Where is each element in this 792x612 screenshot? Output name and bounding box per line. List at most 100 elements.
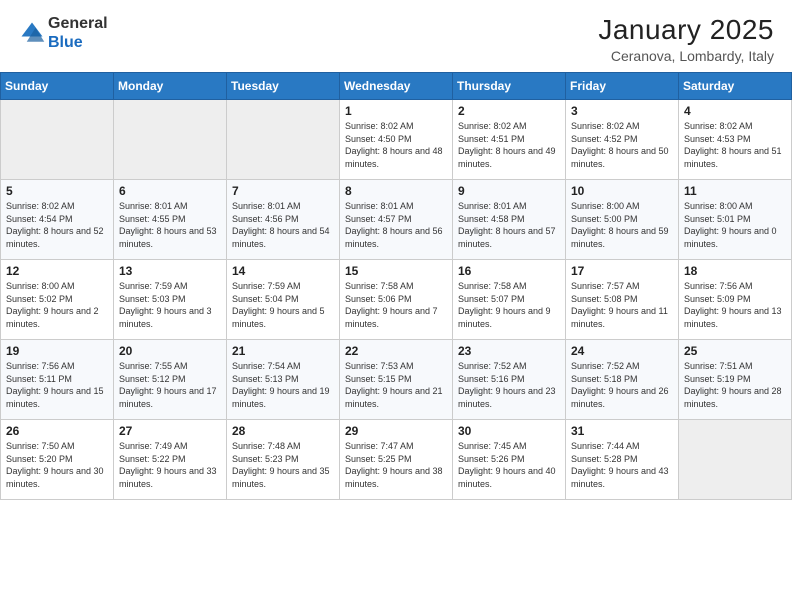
day-number: 31 [571, 424, 673, 438]
day-number: 1 [345, 104, 447, 118]
header: General Blue January 2025 Ceranova, Lomb… [0, 0, 792, 72]
day-number: 27 [119, 424, 221, 438]
logo-icon [18, 19, 46, 47]
day-info: Sunrise: 8:01 AMSunset: 4:55 PMDaylight:… [119, 200, 221, 250]
calendar-cell: 21Sunrise: 7:54 AMSunset: 5:13 PMDayligh… [227, 340, 340, 420]
week-row-5: 26 Sunrise: 7:50 AMSunset: 5:20 PMDayligh… [1, 420, 792, 500]
day-header-friday: Friday [566, 73, 679, 100]
calendar-cell: 1 Sunrise: 8:02 AMSunset: 4:50 PMDaylight… [340, 100, 453, 180]
day-number: 26 [6, 424, 108, 438]
day-number: 25 [684, 344, 786, 358]
day-info: Sunrise: 8:00 AMSunset: 5:02 PMDaylight:… [6, 280, 108, 330]
day-info: Sunrise: 7:52 AMSunset: 5:16 PMDaylight:… [458, 360, 560, 410]
day-number: 7 [232, 184, 334, 198]
calendar-cell: 8Sunrise: 8:01 AMSunset: 4:57 PMDaylight… [340, 180, 453, 260]
day-number: 29 [345, 424, 447, 438]
logo-general: General [48, 15, 108, 32]
calendar-cell: 28 Sunrise: 7:48 AMSunset: 5:23 PMDayligh… [227, 420, 340, 500]
calendar-cell: 7 Sunrise: 8:01 AMSunset: 4:56 PMDaylight… [227, 180, 340, 260]
calendar-cell: 26 Sunrise: 7:50 AMSunset: 5:20 PMDayligh… [1, 420, 114, 500]
day-number: 20 [119, 344, 221, 358]
day-number: 8 [345, 184, 447, 198]
day-header-tuesday: Tuesday [227, 73, 340, 100]
day-number: 19 [6, 344, 108, 358]
day-header-saturday: Saturday [679, 73, 792, 100]
day-info: Sunrise: 7:59 AMSunset: 5:03 PMDaylight:… [119, 280, 221, 330]
day-number: 18 [684, 264, 786, 278]
day-info: Sunrise: 8:01 AMSunset: 4:56 PMDaylight:… [232, 200, 334, 250]
calendar-cell: 18 Sunrise: 7:56 AMSunset: 5:09 PMDayligh… [679, 260, 792, 340]
month-title: January 2025 [598, 14, 774, 46]
day-number: 17 [571, 264, 673, 278]
calendar-cell: 9 Sunrise: 8:01 AMSunset: 4:58 PMDaylight… [453, 180, 566, 260]
day-info: Sunrise: 7:45 AMSunset: 5:26 PMDaylight:… [458, 440, 560, 490]
calendar-cell: 3Sunrise: 8:02 AMSunset: 4:52 PMDaylight… [566, 100, 679, 180]
day-header-thursday: Thursday [453, 73, 566, 100]
day-number: 5 [6, 184, 108, 198]
page: General Blue January 2025 Ceranova, Lomb… [0, 0, 792, 612]
day-info: Sunrise: 7:56 AMSunset: 5:11 PMDaylight:… [6, 360, 108, 410]
day-info: Sunrise: 7:58 AMSunset: 5:07 PMDaylight:… [458, 280, 560, 330]
week-row-3: 12 Sunrise: 8:00 AMSunset: 5:02 PMDayligh… [1, 260, 792, 340]
calendar-cell: 2Sunrise: 8:02 AMSunset: 4:51 PMDaylight… [453, 100, 566, 180]
day-info: Sunrise: 8:02 AMSunset: 4:52 PMDaylight:… [571, 120, 673, 170]
calendar-cell [227, 100, 340, 180]
calendar-cell [114, 100, 227, 180]
day-info: Sunrise: 7:52 AMSunset: 5:18 PMDaylight:… [571, 360, 673, 410]
day-number: 12 [6, 264, 108, 278]
day-number: 13 [119, 264, 221, 278]
calendar-cell: 30 Sunrise: 7:45 AMSunset: 5:26 PMDayligh… [453, 420, 566, 500]
day-info: Sunrise: 8:01 AMSunset: 4:58 PMDaylight:… [458, 200, 560, 250]
logo: General Blue [18, 14, 108, 52]
day-info: Sunrise: 7:50 AMSunset: 5:20 PMDaylight:… [6, 440, 108, 490]
day-info: Sunrise: 7:49 AMSunset: 5:22 PMDaylight:… [119, 440, 221, 490]
day-number: 28 [232, 424, 334, 438]
day-info: Sunrise: 7:53 AMSunset: 5:15 PMDaylight:… [345, 360, 447, 410]
calendar-cell: 13 Sunrise: 7:59 AMSunset: 5:03 PMDayligh… [114, 260, 227, 340]
calendar-cell: 20 Sunrise: 7:55 AMSunset: 5:12 PMDayligh… [114, 340, 227, 420]
day-info: Sunrise: 7:44 AMSunset: 5:28 PMDaylight:… [571, 440, 673, 490]
week-row-1: 1 Sunrise: 8:02 AMSunset: 4:50 PMDaylight… [1, 100, 792, 180]
day-info: Sunrise: 7:48 AMSunset: 5:23 PMDaylight:… [232, 440, 334, 490]
calendar-cell: 10Sunrise: 8:00 AMSunset: 5:00 PMDayligh… [566, 180, 679, 260]
calendar-cell: 25Sunrise: 7:51 AMSunset: 5:19 PMDayligh… [679, 340, 792, 420]
day-info: Sunrise: 7:58 AMSunset: 5:06 PMDaylight:… [345, 280, 447, 330]
day-info: Sunrise: 8:00 AMSunset: 5:00 PMDaylight:… [571, 200, 673, 250]
day-info: Sunrise: 7:55 AMSunset: 5:12 PMDaylight:… [119, 360, 221, 410]
day-number: 11 [684, 184, 786, 198]
calendar-cell: 19 Sunrise: 7:56 AMSunset: 5:11 PMDayligh… [1, 340, 114, 420]
day-number: 16 [458, 264, 560, 278]
calendar-header-row: SundayMondayTuesdayWednesdayThursdayFrid… [1, 73, 792, 100]
day-number: 23 [458, 344, 560, 358]
day-number: 9 [458, 184, 560, 198]
calendar-cell [679, 420, 792, 500]
day-info: Sunrise: 7:57 AMSunset: 5:08 PMDaylight:… [571, 280, 673, 330]
week-row-2: 5 Sunrise: 8:02 AMSunset: 4:54 PMDaylight… [1, 180, 792, 260]
day-number: 15 [345, 264, 447, 278]
day-number: 24 [571, 344, 673, 358]
day-header-monday: Monday [114, 73, 227, 100]
calendar-cell: 31 Sunrise: 7:44 AMSunset: 5:28 PMDayligh… [566, 420, 679, 500]
day-info: Sunrise: 7:56 AMSunset: 5:09 PMDaylight:… [684, 280, 786, 330]
location-title: Ceranova, Lombardy, Italy [598, 48, 774, 64]
calendar-cell: 23 Sunrise: 7:52 AMSunset: 5:16 PMDayligh… [453, 340, 566, 420]
day-info: Sunrise: 8:02 AMSunset: 4:50 PMDaylight:… [345, 120, 447, 170]
week-row-4: 19 Sunrise: 7:56 AMSunset: 5:11 PMDayligh… [1, 340, 792, 420]
calendar-cell: 27 Sunrise: 7:49 AMSunset: 5:22 PMDayligh… [114, 420, 227, 500]
calendar-cell: 17 Sunrise: 7:57 AMSunset: 5:08 PMDayligh… [566, 260, 679, 340]
day-header-sunday: Sunday [1, 73, 114, 100]
day-header-wednesday: Wednesday [340, 73, 453, 100]
calendar-cell: 11 Sunrise: 8:00 AMSunset: 5:01 PMDayligh… [679, 180, 792, 260]
calendar-cell: 12 Sunrise: 8:00 AMSunset: 5:02 PMDayligh… [1, 260, 114, 340]
calendar-cell: 4Sunrise: 8:02 AMSunset: 4:53 PMDaylight… [679, 100, 792, 180]
day-info: Sunrise: 8:00 AMSunset: 5:01 PMDaylight:… [684, 200, 786, 250]
day-info: Sunrise: 8:02 AMSunset: 4:51 PMDaylight:… [458, 120, 560, 170]
day-number: 22 [345, 344, 447, 358]
calendar-cell: 29Sunrise: 7:47 AMSunset: 5:25 PMDayligh… [340, 420, 453, 500]
day-number: 30 [458, 424, 560, 438]
day-info: Sunrise: 7:59 AMSunset: 5:04 PMDaylight:… [232, 280, 334, 330]
day-info: Sunrise: 8:02 AMSunset: 4:54 PMDaylight:… [6, 200, 108, 250]
day-number: 14 [232, 264, 334, 278]
logo-text: General Blue [48, 14, 108, 52]
day-info: Sunrise: 8:02 AMSunset: 4:53 PMDaylight:… [684, 120, 786, 170]
